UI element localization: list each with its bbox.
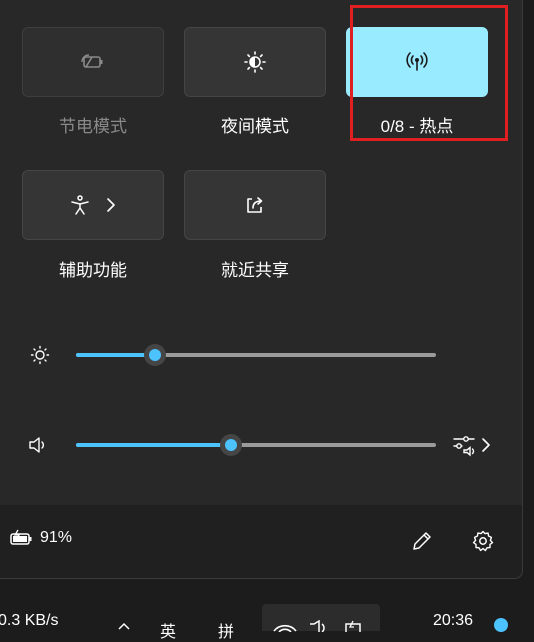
brightness-slider-thumb[interactable] [144,344,167,366]
battery-percent: 91% [40,529,73,546]
audio-output-button[interactable] [452,433,492,457]
battery-saver-label: 节电模式 [59,117,127,136]
battery-saver-icon [80,52,106,72]
clock-time[interactable]: 20:36 [433,612,473,630]
chevron-right-icon [480,435,492,455]
brightness-icon [30,345,50,365]
ime-mode[interactable]: 拼 [218,618,234,642]
brightness-slider-row [0,340,522,370]
share-icon [244,194,266,216]
system-tray-group[interactable] [262,604,380,632]
network-speed: 0.3 KB/s [0,612,59,629]
taskbar: 0.3 KB/s 英 拼 20:36 [0,604,534,641]
battery-button[interactable]: 91% [10,528,72,548]
volume-slider-thumb[interactable] [219,434,242,456]
wifi-icon [272,620,298,632]
edit-button[interactable] [410,529,434,553]
highlight-box [350,5,508,141]
ime-language[interactable]: 英 [160,618,176,642]
chevron-up-icon[interactable] [117,620,131,630]
quick-settings-footer: 91% [0,505,522,578]
gear-icon [471,529,495,553]
nearby-share-label: 就近共享 [221,261,289,280]
night-light-label: 夜间模式 [221,117,289,136]
pencil-icon [410,529,434,553]
night-light-icon [243,50,267,74]
accessibility-tile[interactable] [22,170,164,240]
night-light-tile[interactable] [184,27,326,97]
notification-dot[interactable] [494,618,508,632]
battery-saver-tile[interactable] [22,27,164,97]
volume-icon[interactable] [28,435,50,455]
volume-slider-row [0,430,522,460]
battery-charging-icon [10,528,34,548]
speaker-icon [308,620,330,632]
settings-button[interactable] [471,529,495,553]
chevron-right-icon [105,197,117,213]
audio-output-icon [452,433,480,457]
battery-icon [344,620,366,632]
accessibility-icon [69,194,91,216]
accessibility-label: 辅助功能 [59,261,127,280]
nearby-share-tile[interactable] [184,170,326,240]
quick-settings-panel: 节电模式 夜间模式 0/8 - 热点 辅助功能 就近共享 91% [0,0,523,579]
volume-slider-fill [76,443,231,447]
